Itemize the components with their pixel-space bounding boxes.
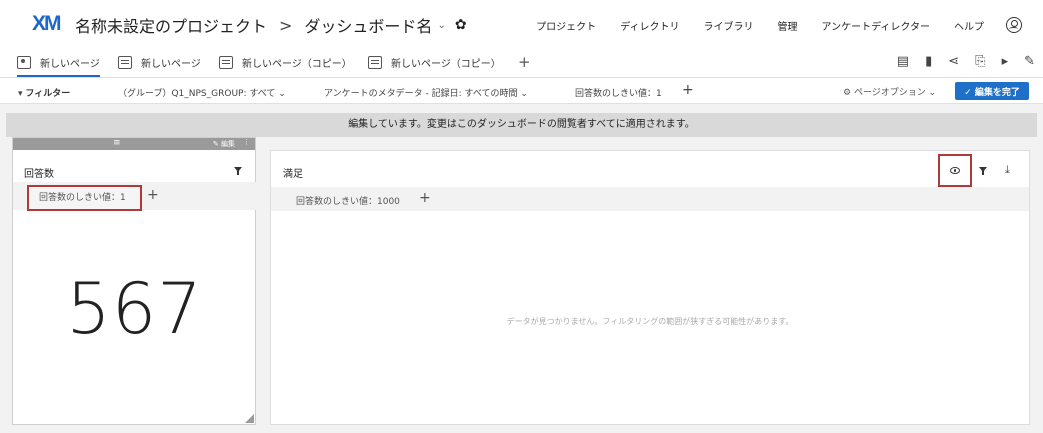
filter-icon[interactable] <box>978 166 989 176</box>
breadcrumb: 名称未設定のプロジェクト > ダッシュボード名 ⌄ ✿ <box>75 13 467 37</box>
tab-label: 新しいページ <box>40 59 100 70</box>
threshold-chip[interactable]: 回答数のしきい値：1000 <box>296 194 400 207</box>
chevron-down-icon: ⌄ <box>928 88 937 98</box>
chevron-down-icon[interactable]: ⌄ <box>437 20 445 31</box>
chevron-down-icon: ⌄ <box>520 89 528 99</box>
tab-label: 新しいページ <box>141 59 201 70</box>
top-nav: プロジェクト ディレクトリ ライブラリ 管理 アンケートディレクター ヘルプ <box>512 17 1022 33</box>
page-options[interactable]: ⚙ ページオプション ⌄ <box>843 85 936 98</box>
project-title[interactable]: 名称未設定のプロジェクト <box>75 13 267 37</box>
more-options-icon[interactable]: ⋮ <box>243 138 250 146</box>
nav-survey-director[interactable]: アンケートディレクター <box>822 18 931 33</box>
page-options-label: ページオプション <box>853 88 926 98</box>
metadata-filter-label: アンケートのメタデータ - 記録日: すべての時間 <box>324 89 518 99</box>
threshold-filter-label: 回答数のしきい値：1 <box>575 89 662 99</box>
threshold-chip[interactable]: 回答数のしきい値：1 <box>27 185 142 211</box>
pencil-icon: ✎ <box>212 140 221 148</box>
breadcrumb-separator: > <box>279 15 293 35</box>
filter-label: フィルター <box>25 89 71 99</box>
tab-label: 新しいページ（コピー） <box>242 59 352 70</box>
group-filter[interactable]: （グループ）Q1_NPS_GROUP: すべて ⌄ <box>118 86 286 99</box>
xm-logo[interactable]: XM <box>32 12 61 36</box>
chart-widget-icon[interactable]: ▮ <box>925 54 932 69</box>
group-filter-label: （グループ）Q1_NPS_GROUP: すべて <box>118 89 276 99</box>
resize-handle-icon[interactable] <box>245 414 254 423</box>
finish-editing-button[interactable]: ✓ 編集を完了 <box>955 82 1029 100</box>
export-icon[interactable]: ⎘ <box>975 54 985 69</box>
nav-library[interactable]: ライブラリ <box>704 18 754 33</box>
drag-handle-icon[interactable]: ≡ <box>113 138 121 148</box>
filter-icon[interactable] <box>233 166 244 176</box>
user-icon[interactable] <box>1006 17 1022 33</box>
widget-title: 回答数 <box>24 169 54 180</box>
satisfaction-widget: 満足 ⤓ 回答数のしきい値：1000 + データが見つかりません。フィルタリング… <box>270 150 1030 425</box>
widget-header: ≡ ✎ 編集 ⋮ <box>13 138 255 150</box>
add-filter-button[interactable]: + <box>682 82 694 98</box>
editing-banner: 編集しています。変更はこのダッシュボードの閲覧者すべてに適用されます。 <box>6 113 1037 137</box>
share-icon[interactable]: ⋖ <box>948 54 959 69</box>
page-icon <box>368 56 382 69</box>
page-icon <box>17 56 31 69</box>
no-data-message: データが見つかりません。フィルタリングの範囲が狭すぎる可能性があります。 <box>506 317 794 326</box>
widget-title: 満足 <box>283 169 303 180</box>
add-widget-filter-button[interactable]: + <box>147 187 159 203</box>
metadata-filter[interactable]: アンケートのメタデータ - 記録日: すべての時間 ⌄ <box>324 86 528 99</box>
filter-toggle[interactable]: ▾ フィルター <box>18 86 70 99</box>
tab-page-4[interactable]: 新しいページ（コピー） <box>368 55 501 70</box>
tab-page-2[interactable]: 新しいページ <box>118 55 201 70</box>
filter-bar: ▾ フィルター （グループ）Q1_NPS_GROUP: すべて ⌄ アンケートの… <box>0 78 1043 104</box>
edit-widget-button[interactable]: ✎ 編集 <box>213 139 235 149</box>
nav-projects[interactable]: プロジェクト <box>536 18 596 33</box>
tab-page-3[interactable]: 新しいページ（コピー） <box>219 55 352 70</box>
nav-help[interactable]: ヘルプ <box>954 18 984 33</box>
tab-page-1[interactable]: 新しいページ <box>17 55 100 77</box>
threshold-filter[interactable]: 回答数のしきい値：1 <box>575 86 662 99</box>
page-tabs: 新しいページ 新しいページ 新しいページ（コピー） 新しいページ（コピー） + … <box>0 48 1043 78</box>
visibility-toggle[interactable] <box>938 154 972 187</box>
download-icon[interactable]: ⤓ <box>1005 163 1010 177</box>
nav-admin[interactable]: 管理 <box>778 18 798 33</box>
top-bar: XM 名称未設定のプロジェクト > ダッシュボード名 ⌄ ✿ プロジェクト ディ… <box>0 0 1043 48</box>
nav-directory[interactable]: ディレクトリ <box>620 18 679 33</box>
chevron-down-icon: ⌄ <box>278 89 286 99</box>
filter-funnel-icon: ▾ <box>18 89 23 99</box>
table-widget-icon[interactable]: ▤ <box>897 54 909 69</box>
tab-label: 新しいページ（コピー） <box>391 59 501 70</box>
dashboard-name[interactable]: ダッシュボード名 <box>304 13 432 37</box>
add-widget-filter-button[interactable]: + <box>419 190 431 206</box>
widget-filter-row: 回答数のしきい値：1000 + <box>271 187 1029 211</box>
eye-icon <box>950 167 960 174</box>
plus-icon: + <box>518 53 531 71</box>
edit-label: 編集 <box>221 140 235 148</box>
page-icon <box>219 56 233 69</box>
add-page-button[interactable]: + <box>518 53 531 71</box>
page-icon <box>118 56 132 69</box>
theme-brush-icon[interactable]: ✎ <box>1024 54 1035 69</box>
preview-icon[interactable]: ▸ <box>1002 54 1009 69</box>
widget-filter-row: 回答数のしきい値：1 + <box>13 182 256 211</box>
response-count-value: 567 <box>66 268 203 350</box>
toolbar-icons: ▤ ▮ ⋖ ⎘ ▸ ✎ <box>881 54 1035 69</box>
response-count-widget: ≡ ✎ 編集 ⋮ 回答数 回答数のしきい値：1 + 567 <box>12 137 256 425</box>
gear-icon: ⚙ <box>843 88 854 98</box>
gear-icon[interactable]: ✿ <box>455 17 467 33</box>
